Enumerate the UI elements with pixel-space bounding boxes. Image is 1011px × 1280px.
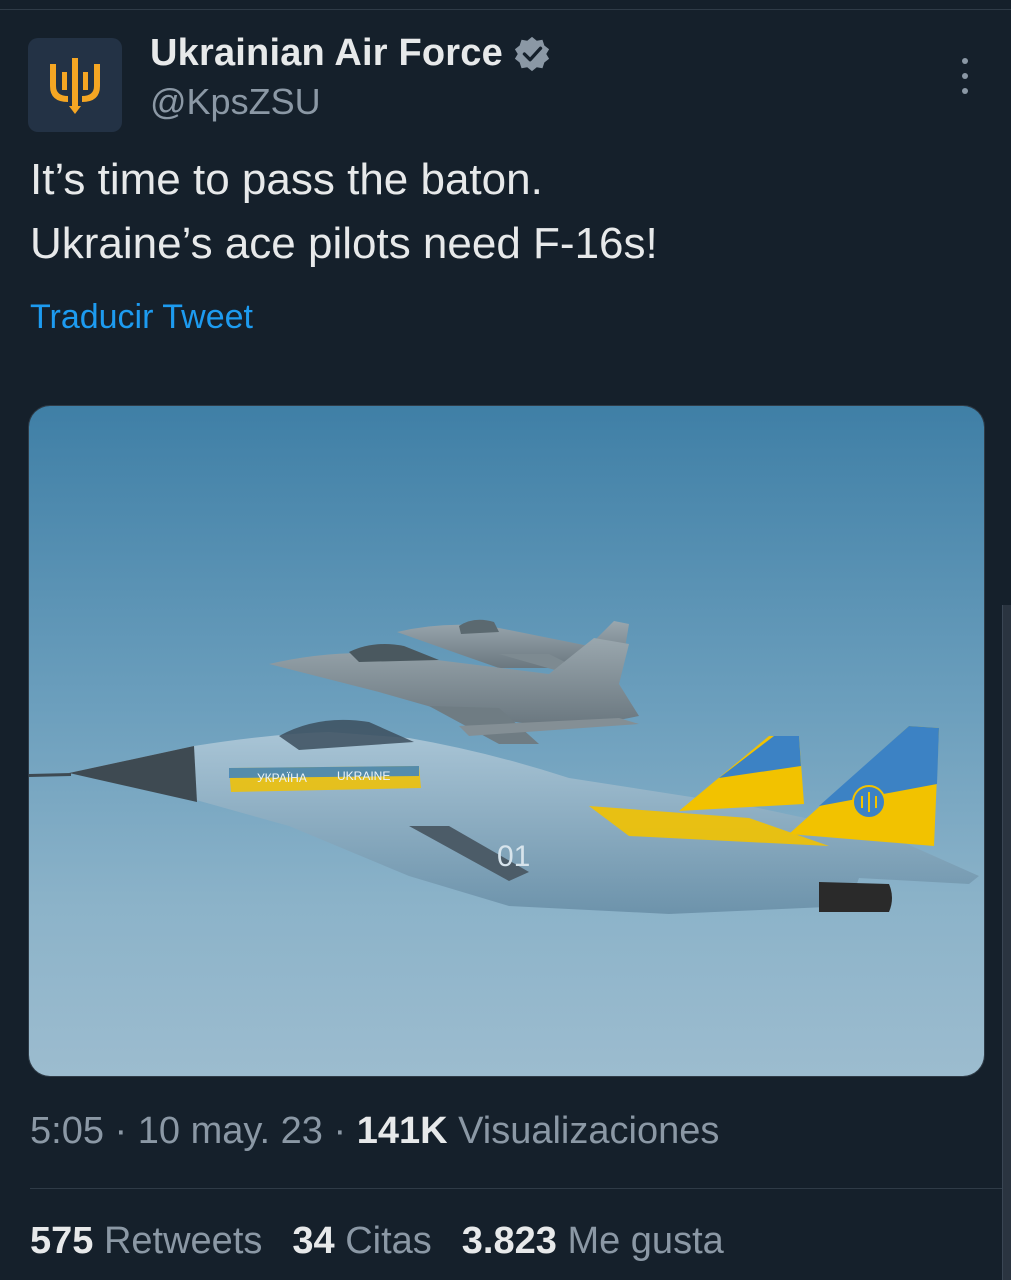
likes-label: Me gusta: [567, 1220, 724, 1262]
tweet-date[interactable]: 10 may. 23: [138, 1110, 323, 1152]
tweet-stats: 575 Retweets 34 Citas 3.823 Me gusta: [30, 1220, 724, 1263]
tweet-text: It’s time to pass the baton. Ukraine’s a…: [30, 148, 970, 276]
tweet-meta: 5:05 · 10 may. 23 · 141K Visualizaciones: [30, 1110, 719, 1153]
likes-stat[interactable]: 3.823 Me gusta: [462, 1220, 724, 1263]
tweet-text-line: It’s time to pass the baton.: [30, 155, 543, 204]
tweet-media-image[interactable]: УКРАЇНА UKRAINE 01: [28, 405, 985, 1077]
avatar[interactable]: [28, 38, 122, 132]
author-block: Ukrainian Air Force @KpsZSU: [150, 32, 551, 123]
quotes-stat[interactable]: 34 Citas: [292, 1220, 431, 1263]
trident-logo-icon: [50, 58, 100, 114]
quotes-count: 34: [292, 1220, 335, 1262]
tweet-text-line: Ukraine’s ace pilots need F-16s!: [30, 219, 658, 268]
author-name[interactable]: Ukrainian Air Force: [150, 32, 503, 75]
meta-separator: ·: [103, 1110, 138, 1152]
scrollbar[interactable]: [1002, 605, 1011, 1280]
fuselage-text-eng: UKRAINE: [337, 769, 390, 783]
retweets-stat[interactable]: 575 Retweets: [30, 1220, 262, 1263]
likes-count: 3.823: [461, 1220, 557, 1262]
translate-tweet-link[interactable]: Traducir Tweet: [30, 298, 253, 337]
verified-badge-icon: [514, 36, 550, 71]
retweets-count: 575: [30, 1220, 94, 1262]
author-handle[interactable]: @KpsZSU: [150, 81, 551, 123]
more-options-icon[interactable]: [953, 58, 977, 94]
retweets-label: Retweets: [103, 1220, 263, 1262]
tail-number: 01: [497, 840, 530, 873]
fuselage-text-ukr: УКРАЇНА: [257, 771, 307, 785]
top-divider: [0, 9, 1011, 10]
quotes-label: Citas: [345, 1220, 432, 1262]
stats-divider: [30, 1188, 1011, 1189]
views-count: 141K: [356, 1110, 448, 1152]
tweet-time[interactable]: 5:05: [30, 1110, 104, 1152]
meta-separator: ·: [322, 1110, 357, 1152]
views-label[interactable]: Visualizaciones: [458, 1110, 719, 1152]
